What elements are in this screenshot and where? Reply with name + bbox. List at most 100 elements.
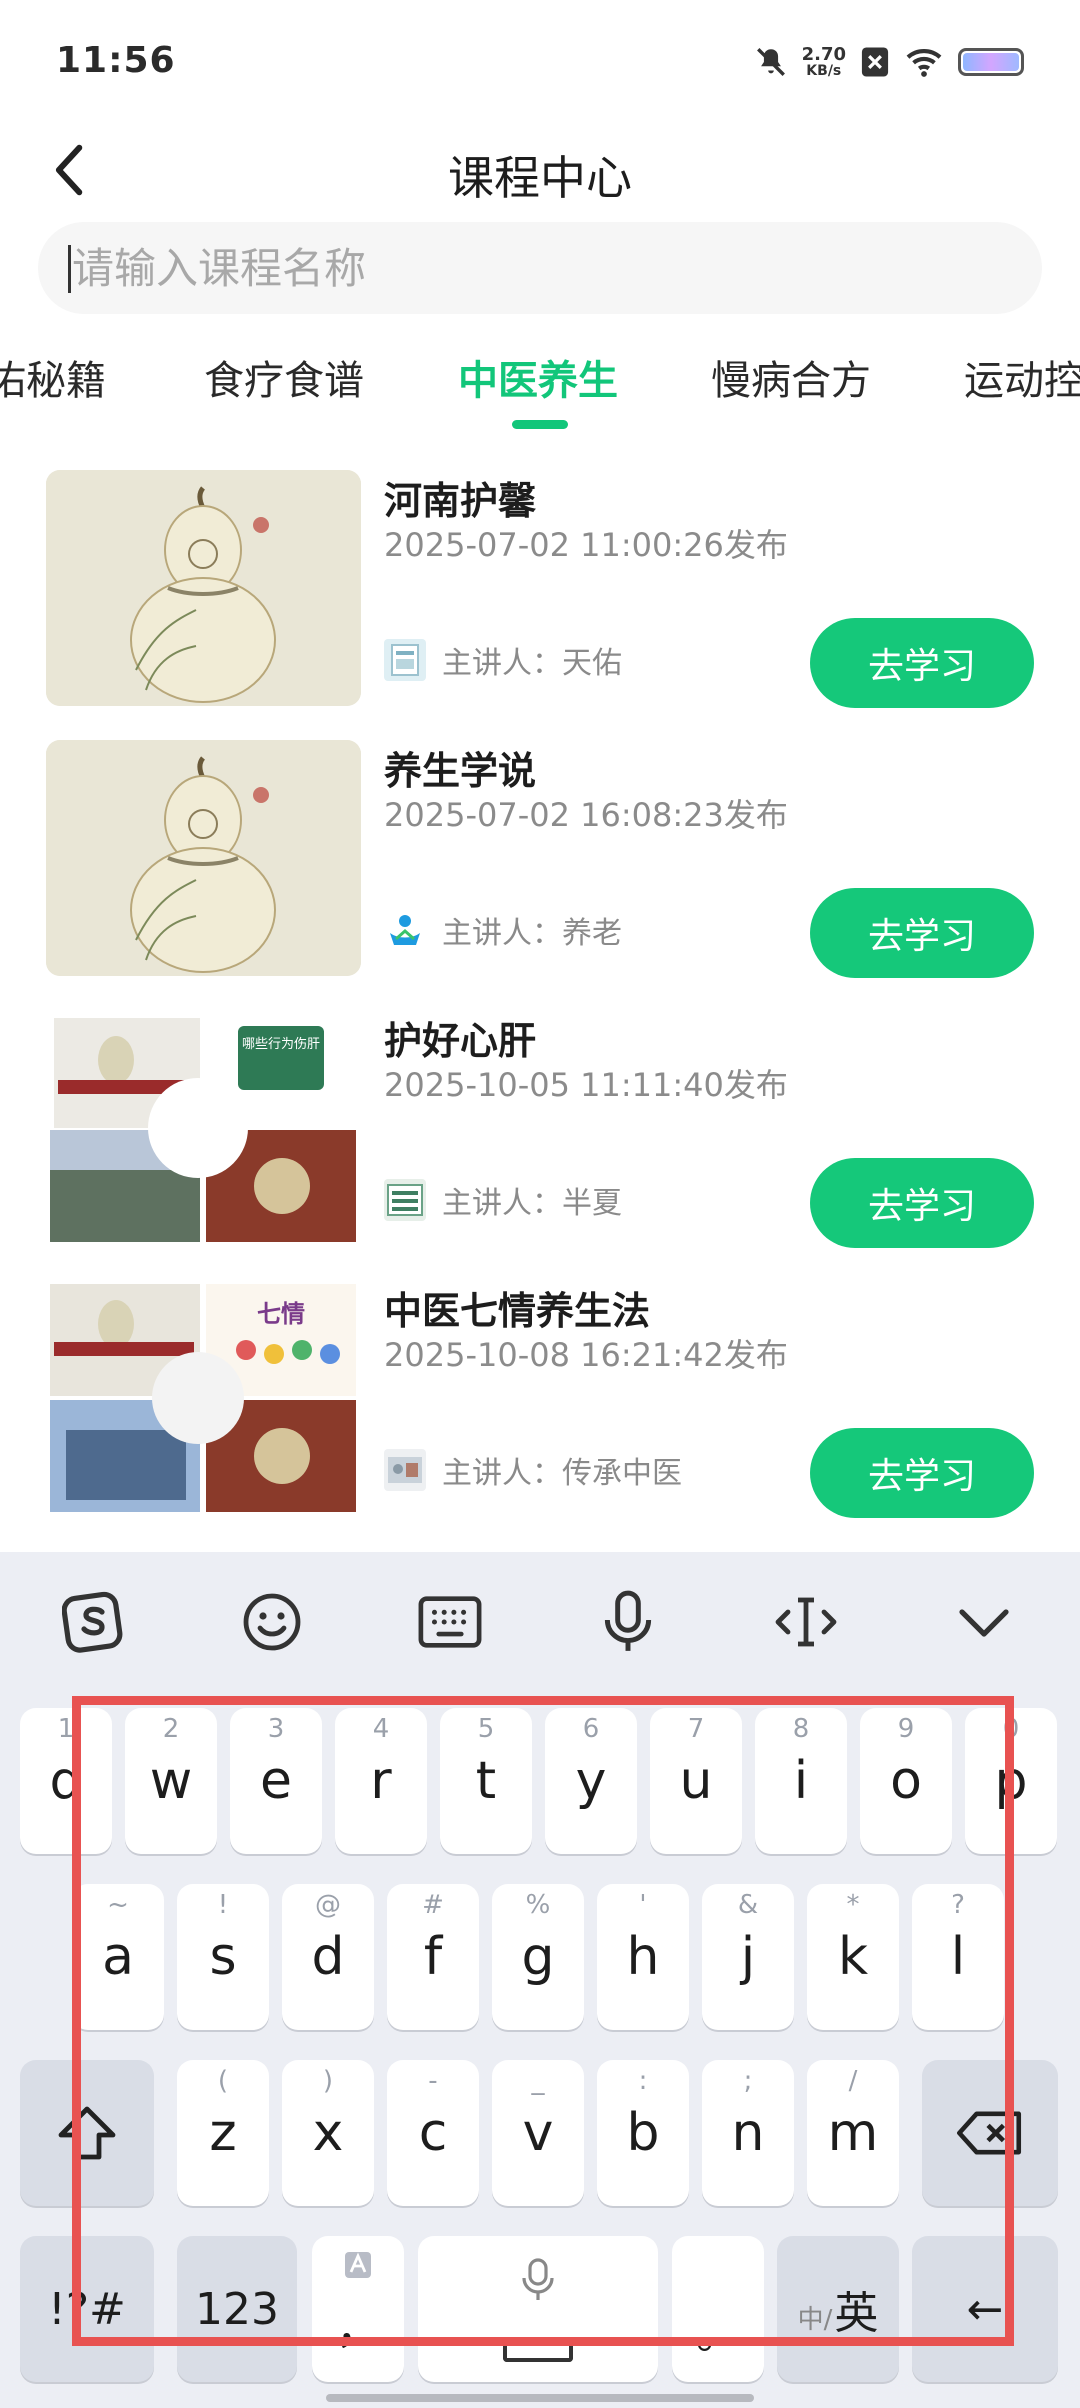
course-date: 2025-10-08 16:21:42发布	[384, 1336, 788, 1374]
course-title: 护好心肝	[384, 1019, 537, 1063]
course-date: 2025-07-02 16:08:23发布	[384, 796, 788, 834]
backspace-icon	[957, 2111, 1022, 2155]
keyboard-icon	[418, 1596, 482, 1648]
hide-keyboard-button[interactable]	[948, 1586, 1020, 1658]
key-q[interactable]: 1q	[20, 1708, 112, 1854]
course-lecturer: 主讲人：养老	[384, 908, 622, 952]
key-d[interactable]: @ d	[282, 1884, 374, 2030]
key-g[interactable]: % g	[492, 1884, 584, 2030]
key-o[interactable]: 9o	[860, 1708, 952, 1854]
tab-indicator	[512, 420, 568, 429]
emoji-button[interactable]	[236, 1586, 308, 1658]
smiley-icon	[243, 1593, 301, 1651]
key-p[interactable]: 0p	[965, 1708, 1057, 1854]
key-n[interactable]: ; n	[702, 2060, 794, 2206]
search-input[interactable]	[72, 238, 972, 298]
sogou-logo-button[interactable]	[58, 1586, 130, 1658]
net-speed-unit: KB/s	[806, 63, 842, 79]
thumb-caption: 哪些行为伤肝	[242, 1037, 320, 1052]
gourd-image	[46, 470, 361, 706]
lecturer-avatar	[384, 639, 426, 681]
key-t[interactable]: 5t	[440, 1708, 532, 1854]
home-indicator[interactable]	[326, 2394, 754, 2402]
tab-youmiji[interactable]: 佑秘籍	[0, 348, 106, 406]
gourd-image	[46, 740, 361, 976]
study-button[interactable]: 去学习	[810, 1428, 1034, 1518]
key-e[interactable]: 3e	[230, 1708, 322, 1854]
course-date: 2025-07-02 11:00:26发布	[384, 526, 788, 564]
study-button[interactable]: 去学习	[810, 888, 1034, 978]
keyboard-switch-button[interactable]	[414, 1586, 486, 1658]
page-title: 课程中心	[448, 151, 632, 205]
comma-key[interactable]: ，	[312, 2236, 404, 2382]
microphone-icon	[522, 2258, 554, 2300]
course-thumbnail	[46, 470, 361, 706]
course-item[interactable]: 河南护馨 2025-07-02 11:00:26发布 主讲人：天佑 去学习	[0, 470, 1080, 720]
mute-icon	[756, 48, 785, 76]
key-a[interactable]: ~ a	[72, 1884, 164, 2030]
shift-key[interactable]	[20, 2060, 154, 2206]
collage-image: 哪些行为伤肝	[50, 1018, 356, 1242]
course-title: 养生学说	[384, 749, 537, 793]
course-item[interactable]: 七情 中医七情养生法 2025-10-08 16:21:42发布 主讲人：传承中…	[0, 1280, 1080, 1530]
tab-diet-recipes[interactable]: 食疗食谱	[204, 348, 364, 406]
lecturer-name: 主讲人：养老	[442, 916, 622, 951]
tab-exercise-control[interactable]: 运动控	[964, 348, 1080, 406]
key-s[interactable]: ! s	[177, 1884, 269, 2030]
symbols-key[interactable]: !?#	[20, 2236, 154, 2382]
course-lecturer: 主讲人：半夏	[384, 1178, 622, 1222]
key-z[interactable]: (z	[177, 2060, 269, 2206]
key-c[interactable]: -c	[387, 2060, 479, 2206]
key-m[interactable]: / m	[807, 2060, 899, 2206]
lecturer-name: 主讲人：天佑	[442, 646, 622, 681]
sogou-s-icon	[62, 1591, 123, 1653]
battery-icon	[958, 48, 1024, 76]
course-item[interactable]: 哪些行为伤肝 护好心肝 2025-10-05 11:11:40发布 主讲人：半夏…	[0, 1010, 1080, 1260]
key-u[interactable]: 7u	[650, 1708, 742, 1854]
category-tabs: 佑秘籍 食疗食谱 中医养生 慢病合方 运动控	[0, 330, 1080, 440]
key-w[interactable]: 2w	[125, 1708, 217, 1854]
lecturer-avatar	[384, 909, 426, 951]
space-key[interactable]	[418, 2236, 658, 2382]
key-f[interactable]: # f	[387, 1884, 479, 2030]
key-y[interactable]: 6y	[545, 1708, 637, 1854]
voice-input-button[interactable]	[592, 1586, 664, 1658]
course-thumbnail: 哪些行为伤肝	[46, 1010, 361, 1246]
key-l[interactable]: ? l	[912, 1884, 1004, 2030]
key-i[interactable]: 8i	[755, 1708, 847, 1854]
tab-tcm-health[interactable]: 中医养生	[458, 348, 618, 406]
enter-key[interactable]: ←	[912, 2236, 1058, 2382]
key-v[interactable]: _ v	[492, 2060, 584, 2206]
course-lecturer: 主讲人：天佑	[384, 638, 622, 682]
study-button[interactable]: 去学习	[810, 618, 1034, 708]
key-h[interactable]: ' h	[597, 1884, 689, 2030]
key-j[interactable]: & j	[702, 1884, 794, 2030]
lang-zh-label: 中/	[797, 2304, 833, 2335]
course-thumbnail	[46, 740, 361, 976]
study-button[interactable]: 去学习	[810, 1158, 1034, 1248]
language-switch-key[interactable]: 中/ 英	[777, 2236, 899, 2382]
lang-en-label: 英	[834, 2288, 879, 2339]
key-k[interactable]: * k	[807, 1884, 899, 2030]
net-speed: 2.70 KB/s	[802, 46, 846, 79]
text-cursor-icon	[775, 1597, 837, 1647]
tab-chronic-disease[interactable]: 慢病合方	[711, 348, 871, 406]
numbers-key[interactable]: 123	[177, 2236, 297, 2382]
text-caret	[68, 245, 71, 293]
key-b[interactable]: :b	[597, 2060, 689, 2206]
course-item[interactable]: 养生学说 2025-07-02 16:08:23发布 主讲人：养老 去学习	[0, 740, 1080, 990]
chevron-down-icon	[959, 1609, 1009, 1637]
cursor-edit-button[interactable]	[770, 1586, 842, 1658]
key-r[interactable]: 4r	[335, 1708, 427, 1854]
period-key[interactable]: 。	[672, 2236, 764, 2382]
key-x[interactable]: ) x	[282, 2060, 374, 2206]
lecturer-name: 主讲人：传承中医	[442, 1456, 682, 1491]
microphone-icon	[604, 1590, 652, 1651]
backspace-key[interactable]	[922, 2060, 1058, 2206]
space-bar-icon	[503, 2344, 573, 2362]
keyboard-toolbar	[0, 1552, 1080, 1692]
wifi-icon	[906, 49, 942, 77]
soft-keyboard: 1q 2w 3e 4r 5t 6y 7u 8i 9o 0p ~ a ! s @ d #…	[0, 1552, 1080, 2408]
course-title: 河南护馨	[384, 479, 537, 523]
course-lecturer: 主讲人：传承中医	[384, 1448, 682, 1492]
